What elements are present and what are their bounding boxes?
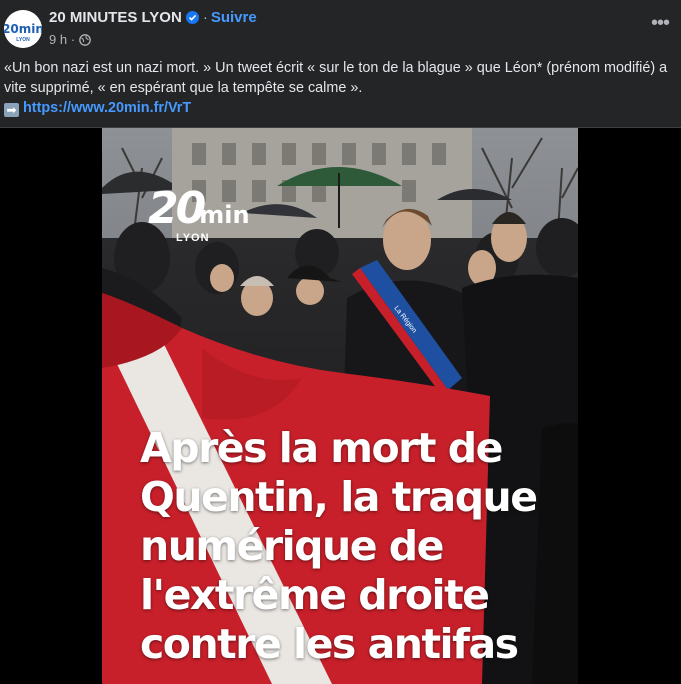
page-logo-icon: 20min LYON [4,10,42,48]
separator-dot: · [70,32,76,47]
headline-line: Quentin, la traque [140,473,538,521]
logo-suffix: min [199,201,250,229]
title-row: 20 MINUTES LYON · Suivre [49,9,257,28]
headline-line: contre les antifas [140,620,519,668]
page-name-link[interactable]: 20 MINUTES LYON [49,9,182,26]
more-options-icon[interactable]: ••• [649,12,671,34]
globe-icon[interactable] [78,32,91,47]
follow-button[interactable]: Suivre [211,9,257,26]
post-text: «Un bon nazi est un nazi mort. » Un twee… [4,58,676,118]
post-message: «Un bon nazi est un nazi mort. » Un twee… [4,60,668,96]
post-header: 20min LYON 20 MINUTES LYON · Suivre 9 h · … [0,0,681,56]
headline-line: l'extrême droite [140,571,490,619]
separator-dot: · [202,9,208,26]
post-photo[interactable]: La Région 20min LYON Après la mort de Qu… [102,128,578,684]
page-avatar[interactable]: 20min LYON [4,10,42,48]
logo-city: LYON [176,232,210,244]
link-row: ➡ https://www.20min.fr/VrT [4,98,676,118]
article-link[interactable]: https://www.20min.fr/VrT [23,100,191,116]
logo-number: 20 [148,183,206,234]
avatar-text: 20min [4,22,42,36]
avatar-city: LYON [16,37,30,43]
headline-line: Après la mort de [140,424,503,472]
right-arrow-emoji-icon: ➡ [4,103,19,117]
post-timestamp[interactable]: 9 h [49,32,67,47]
20min-lyon-logo: 20min LYON [148,183,250,244]
post-media[interactable]: La Région 20min LYON Après la mort de Qu… [0,127,681,684]
image-headline: Après la mort de Quentin, la traque numé… [140,424,560,669]
headline-line: numérique de [140,522,444,570]
verified-badge-icon [185,11,199,28]
post-meta: 9 h · [49,32,91,47]
